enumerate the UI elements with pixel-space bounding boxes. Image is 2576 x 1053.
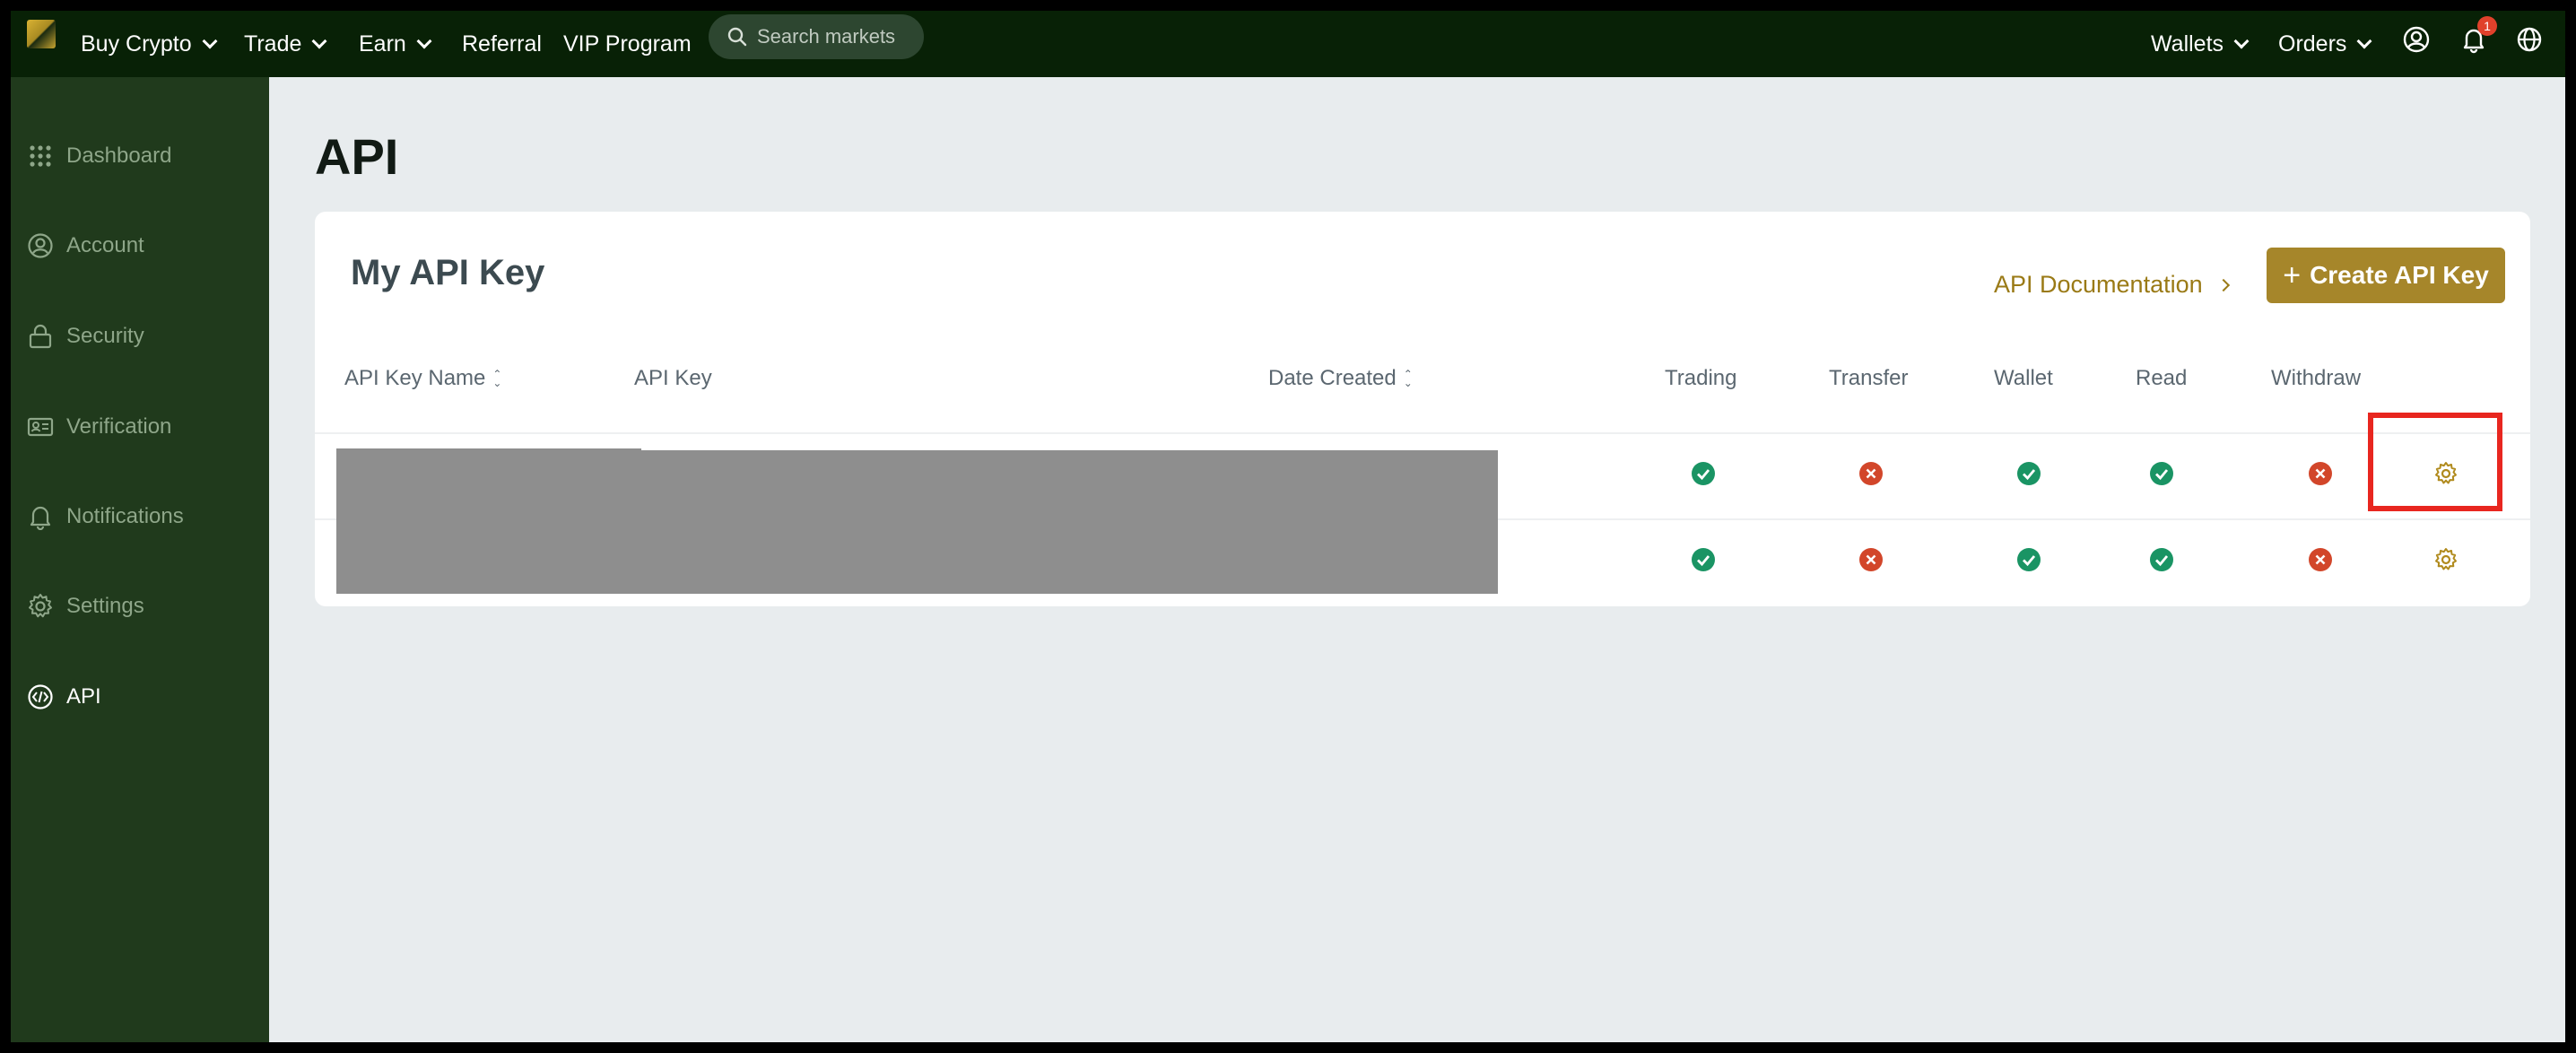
lock-icon <box>27 323 54 350</box>
create-api-key-label: Create API Key <box>2310 261 2489 289</box>
id-card-icon <box>27 413 54 440</box>
chevron-down-icon <box>416 33 432 49</box>
logo[interactable] <box>27 20 56 48</box>
column-header-label: Wallet <box>1994 366 2053 390</box>
sort-icon: ⌃ ⌄ <box>1403 368 1413 389</box>
chevron-down-icon <box>202 33 218 49</box>
column-header-label: Date Created <box>1268 366 1397 390</box>
user-icon <box>27 232 54 259</box>
nav-referral-label: Referral <box>462 30 542 57</box>
nav-earn-label: Earn <box>359 30 406 57</box>
check-circle-icon <box>2150 462 2173 485</box>
cross-circle-icon <box>1859 548 1883 571</box>
sidebar-item-label: Dashboard <box>66 144 172 168</box>
user-icon <box>2403 26 2430 53</box>
check-circle-icon <box>2017 462 2041 485</box>
check-circle-icon <box>1692 462 1715 485</box>
check-circle-icon <box>2017 548 2041 571</box>
notification-badge: 1 <box>2477 16 2497 36</box>
nav-earn[interactable]: Earn <box>359 11 432 77</box>
sidebar-item-dashboard[interactable]: Dashboard <box>27 138 171 174</box>
cross-circle-icon <box>2309 462 2332 485</box>
notifications-button[interactable]: 1 <box>2456 16 2497 57</box>
chevron-down-icon <box>2233 33 2250 49</box>
chevron-down-icon <box>2356 33 2372 49</box>
nav-orders[interactable]: Orders <box>2278 11 2372 77</box>
column-header-label: Read <box>2136 366 2188 390</box>
grid-icon <box>27 143 54 170</box>
sidebar-item-account[interactable]: Account <box>27 228 144 264</box>
chevron-right-icon <box>2216 278 2230 292</box>
sidebar: Dashboard Account Security Verification … <box>11 77 269 1042</box>
nav-wallets[interactable]: Wallets <box>2151 11 2250 77</box>
nav-trade-label: Trade <box>244 30 302 57</box>
plus-icon: + <box>2283 257 2302 292</box>
create-api-key-button[interactable]: + Create API Key <box>2267 248 2505 303</box>
column-header-date[interactable]: Date Created ⌃ ⌄ <box>1268 366 1413 391</box>
column-header-wallet: Wallet <box>1994 366 2053 391</box>
sidebar-item-label: Verification <box>66 414 172 439</box>
sidebar-item-notifications[interactable]: Notifications <box>27 499 184 535</box>
check-circle-icon <box>1692 548 1715 571</box>
column-header-read: Read <box>2136 366 2187 391</box>
nav-trade[interactable]: Trade <box>244 11 327 77</box>
column-header-trading: Trading <box>1665 366 1736 391</box>
bell-icon <box>27 503 54 530</box>
cross-circle-icon <box>1859 462 1883 485</box>
api-documentation-label: API Documentation <box>1994 271 2203 298</box>
sidebar-item-label: Security <box>66 324 144 348</box>
nav-buy-crypto-label: Buy Crypto <box>81 30 192 57</box>
sidebar-item-label: Settings <box>66 594 144 618</box>
sidebar-item-verification[interactable]: Verification <box>27 409 171 445</box>
page-title: API <box>315 128 399 185</box>
search-icon <box>727 27 747 47</box>
api-key-card: My API Key API Documentation + Create AP… <box>315 212 2530 606</box>
code-icon <box>27 683 54 710</box>
api-documentation-link[interactable]: API Documentation <box>1994 271 2230 299</box>
column-header-withdraw: Withdraw <box>2271 366 2361 391</box>
row-divider <box>315 432 2530 434</box>
sidebar-item-security[interactable]: Security <box>27 318 144 354</box>
nav-referral[interactable]: Referral <box>462 11 542 77</box>
sidebar-item-label: API <box>66 684 101 709</box>
redaction-block <box>336 450 1498 594</box>
language-button[interactable] <box>2511 22 2547 57</box>
nav-wallets-label: Wallets <box>2151 30 2224 57</box>
gear-icon <box>27 593 54 620</box>
sidebar-item-api[interactable]: API <box>27 679 101 715</box>
nav-vip-program-label: VIP Program <box>563 30 692 57</box>
card-title: My API Key <box>351 253 545 292</box>
column-header-label: Withdraw <box>2271 366 2362 390</box>
column-header-label: Transfer <box>1829 366 1909 390</box>
search-input[interactable] <box>757 25 909 48</box>
column-header-name[interactable]: API Key Name ⌃ ⌄ <box>344 366 501 391</box>
sort-icon: ⌃ ⌄ <box>492 368 502 389</box>
profile-button[interactable] <box>2398 22 2434 57</box>
globe-icon <box>2517 27 2542 52</box>
cross-circle-icon <box>2309 548 2332 571</box>
gear-icon[interactable] <box>2432 546 2459 573</box>
column-header-transfer: Transfer <box>1829 366 1908 391</box>
chevron-down-icon <box>311 33 327 49</box>
column-header-label: API Key <box>634 366 712 390</box>
nav-vip-program[interactable]: VIP Program <box>563 11 692 77</box>
sidebar-item-label: Notifications <box>66 504 184 528</box>
search-bar[interactable] <box>709 14 924 59</box>
app-frame: Buy Crypto Trade Earn Referral VIP Progr… <box>11 11 2565 1042</box>
column-header-label: API Key Name <box>344 366 486 390</box>
column-header-label: Trading <box>1665 366 1737 390</box>
top-navbar: Buy Crypto Trade Earn Referral VIP Progr… <box>11 11 2565 77</box>
sidebar-item-label: Account <box>66 233 144 257</box>
nav-buy-crypto[interactable]: Buy Crypto <box>81 11 218 77</box>
column-header-key: API Key <box>634 366 712 391</box>
nav-orders-label: Orders <box>2278 30 2347 57</box>
check-circle-icon <box>2150 548 2173 571</box>
sidebar-item-settings[interactable]: Settings <box>27 588 144 624</box>
highlight-box <box>2368 413 2502 511</box>
